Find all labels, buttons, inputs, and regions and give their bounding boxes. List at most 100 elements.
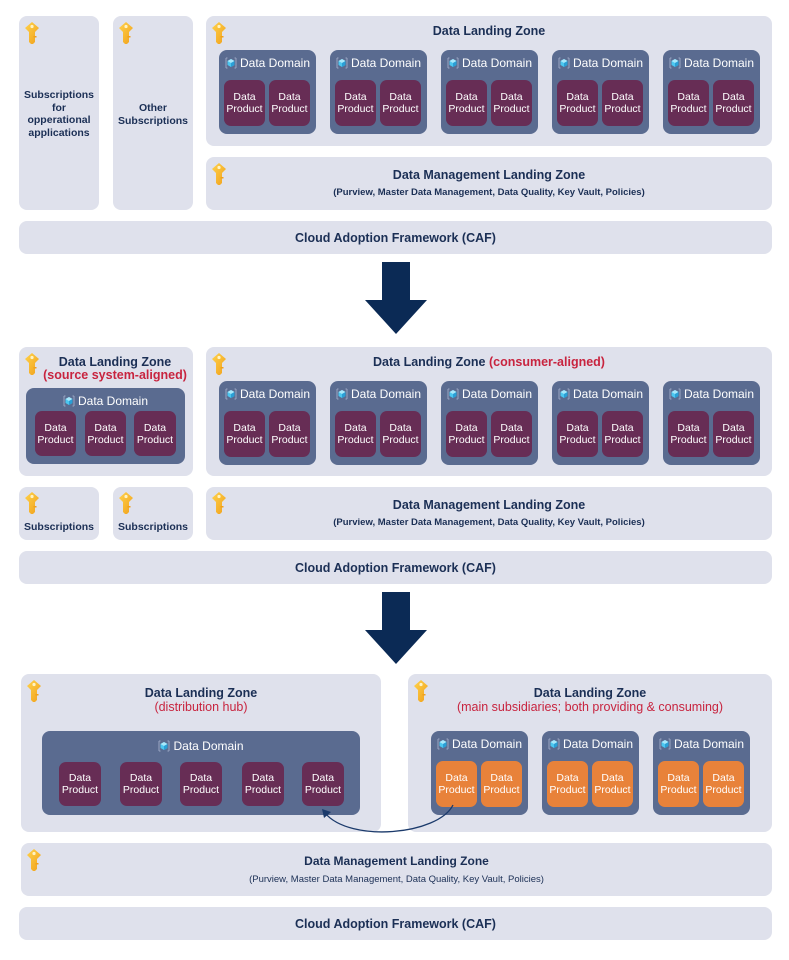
data-product: Data Product — [592, 761, 633, 807]
product-line: Data — [389, 91, 412, 103]
product-line: Data — [233, 422, 256, 434]
data-product: Data Product — [134, 411, 176, 456]
domain-label: Data Domain — [239, 387, 311, 401]
data-product: Data Product — [703, 761, 744, 807]
product-line: Product — [604, 103, 641, 115]
domain-header: Data Domain — [663, 387, 760, 401]
product-line: Product — [448, 434, 485, 446]
stage2-consumer-aligned-dlz: Data Landing Zone (consumer-aligned) Dat… — [206, 347, 772, 476]
domain-label: Data Domain — [451, 737, 523, 751]
cube-icon — [558, 388, 570, 400]
cube-icon — [437, 738, 449, 750]
product-line: Data — [677, 422, 700, 434]
product-line: Product — [604, 434, 641, 446]
data-product: Data Product — [713, 80, 754, 126]
product-line: Data — [722, 91, 745, 103]
domain-header: Data Domain — [663, 56, 760, 70]
data-domain: Data Domain Data Product Data Product — [653, 731, 750, 815]
product-line: Product — [87, 433, 124, 446]
dlz-title: Data Landing Zone (consumer-aligned) — [206, 355, 772, 369]
label-line: Subscriptions — [117, 114, 188, 127]
product-line: Data — [251, 772, 275, 784]
product-line: Product — [493, 103, 530, 115]
product-line: Product — [594, 784, 631, 796]
data-product: Data Product — [85, 411, 126, 456]
product-line: Data — [445, 772, 468, 784]
dlz-qualifier: (main subsidiaries; both providing & con… — [456, 700, 724, 714]
product-line: Product — [549, 784, 586, 796]
label-line: applications — [28, 126, 90, 139]
product-line: Data — [566, 91, 589, 103]
cube-icon — [63, 395, 75, 407]
product-line: Data — [712, 772, 735, 784]
key-icon — [25, 22, 39, 44]
cube-icon — [336, 57, 348, 69]
stage1-other-subscriptions: Other Subscriptions — [113, 16, 193, 210]
product-line: Product — [660, 784, 697, 796]
key-icon — [119, 492, 133, 514]
data-product: Data Product — [446, 80, 487, 126]
domain-label: Data Domain — [239, 56, 311, 70]
dmlz-title: Data Management Landing Zone — [304, 854, 489, 868]
product-line: Data — [278, 422, 301, 434]
product-line: Product — [715, 103, 752, 115]
cube-icon — [548, 738, 560, 750]
cube-icon — [669, 57, 681, 69]
product-line: Product — [670, 434, 707, 446]
domain-label: Data Domain — [173, 739, 244, 753]
product-line: Product — [382, 434, 419, 446]
cube-icon — [225, 388, 237, 400]
dlz-title: Data Landing Zone — [144, 686, 258, 700]
product-line: Product — [271, 103, 308, 115]
dmlz-title: Data Management Landing Zone — [392, 168, 586, 182]
dlz-qualifier: (source system-aligned) — [43, 368, 187, 382]
caf-label: Cloud Adoption Framework (CAF) — [295, 561, 496, 575]
key-icon — [119, 22, 133, 44]
arrow-down-icon — [365, 592, 427, 664]
dlz-title: Data Landing Zone — [58, 355, 172, 369]
product-line: Data — [455, 91, 478, 103]
data-domain: Data Domain Data Product Data Product — [552, 50, 649, 134]
curved-arrow-icon — [322, 804, 454, 833]
cube-icon — [447, 57, 459, 69]
data-domain: Data Domain Data Product Data Product — [663, 50, 760, 134]
stage2-source-aligned-dlz: Data Landing Zone (source system-aligned… — [19, 347, 193, 476]
data-product: Data Product — [446, 411, 487, 457]
caf-label: Cloud Adoption Framework (CAF) — [295, 231, 496, 245]
stage3-caf: Cloud Adoption Framework (CAF) — [19, 907, 772, 940]
arrow-down-icon — [365, 262, 427, 334]
subscriptions-label: Subscriptions — [23, 521, 94, 533]
data-product: Data Product — [491, 80, 532, 126]
dlz-title: Data Landing Zone — [533, 686, 647, 700]
domain-header: Data Domain — [441, 387, 538, 401]
domain-label: Data Domain — [350, 56, 422, 70]
product-line: Product — [559, 434, 596, 446]
stage2-subscriptions-2: Subscriptions — [113, 487, 193, 540]
product-line: Product — [559, 103, 596, 115]
product-line: Data — [311, 772, 335, 784]
data-domain: Data Domain Data Product Data Product — [441, 50, 538, 134]
product-line: Product — [226, 434, 263, 446]
label-line: Subscriptions — [23, 89, 94, 101]
data-product: Data Product — [668, 411, 709, 457]
product-line: Data — [667, 772, 690, 784]
product-line: Data — [500, 422, 523, 434]
product-line: Data — [344, 422, 367, 434]
domain-header: Data Domain — [441, 56, 538, 70]
product-line: Data — [389, 422, 412, 434]
domain-header: Data Domain — [552, 387, 649, 401]
data-domain: Data Domain Data Product Data Product — [542, 731, 639, 815]
data-product: Data Product — [242, 762, 284, 806]
data-product: Data Product — [335, 411, 376, 457]
product-line: Product — [448, 103, 485, 115]
data-domain: Data Domain Data Product Data Product — [441, 381, 538, 465]
cube-icon — [558, 57, 570, 69]
domain-label: Data Domain — [673, 737, 745, 751]
cube-icon — [669, 388, 681, 400]
domain-header: Data Domain — [219, 387, 316, 401]
caf-label: Cloud Adoption Framework (CAF) — [295, 917, 496, 931]
data-product: Data Product — [491, 411, 532, 457]
product-line: Product — [382, 103, 419, 115]
other-subscriptions-label: Other Subscriptions — [113, 102, 193, 127]
product-line: Product — [483, 784, 520, 796]
